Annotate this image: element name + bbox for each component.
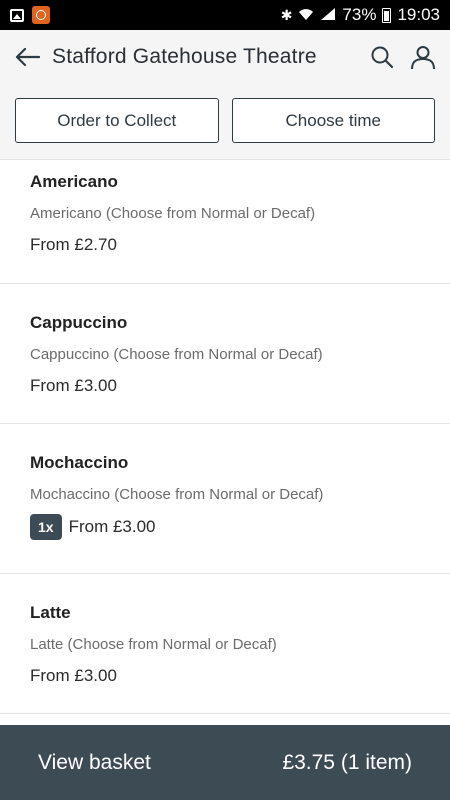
- item-description: Mochaccino (Choose from Normal or Decaf): [30, 486, 324, 503]
- menu-item-americano[interactable]: Americano Americano (Choose from Normal …: [0, 160, 450, 284]
- menu-item-mochaccino[interactable]: Mochaccino Mochaccino (Choose from Norma…: [0, 424, 450, 574]
- app-notification-icon: [32, 6, 50, 24]
- clock: 19:03: [397, 5, 440, 24]
- bluetooth-icon: ✱: [280, 6, 293, 23]
- menu-list: Americano Americano (Choose from Normal …: [0, 160, 450, 725]
- search-icon[interactable]: [370, 45, 394, 69]
- basket-total: £3.75 (1 item): [282, 750, 412, 774]
- item-price: From £2.70: [30, 235, 117, 254]
- battery-icon: [382, 7, 392, 23]
- item-name: Mochaccino: [30, 453, 129, 472]
- choose-time-button[interactable]: Choose time: [231, 98, 435, 143]
- title-bar: Stafford Gatehouse Theatre: [0, 30, 450, 84]
- item-price: From £3.00: [30, 376, 117, 395]
- menu-item-cappuccino[interactable]: Cappuccino Cappuccino (Choose from Norma…: [0, 284, 450, 424]
- item-name: Americano: [30, 172, 118, 191]
- page-title: Stafford Gatehouse Theatre: [52, 45, 317, 68]
- signal-icon: [320, 7, 336, 24]
- item-description: Cappuccino (Choose from Normal or Decaf): [30, 346, 323, 363]
- item-name: Cappuccino: [30, 313, 128, 332]
- item-name: Latte: [30, 603, 71, 622]
- back-arrow-icon[interactable]: [14, 43, 42, 71]
- wifi-icon: [298, 7, 314, 24]
- status-bar: ✱ 73% 19:03: [0, 0, 450, 30]
- order-to-collect-button[interactable]: Order to Collect: [15, 98, 219, 143]
- app-header: Stafford Gatehouse Theatre Order to Coll…: [0, 30, 450, 160]
- menu-item-latte[interactable]: Latte Latte (Choose from Normal or Decaf…: [0, 574, 450, 714]
- battery-percent: 73%: [342, 5, 377, 24]
- account-icon[interactable]: [410, 44, 436, 70]
- item-price: From £3.00: [30, 666, 117, 685]
- item-description: Americano (Choose from Normal or Decaf): [30, 205, 316, 222]
- view-basket-bar[interactable]: View basket £3.75 (1 item): [0, 725, 450, 800]
- quantity-badge: 1x: [30, 514, 62, 540]
- gallery-notification-icon: [10, 8, 24, 22]
- item-description: Latte (Choose from Normal or Decaf): [30, 636, 277, 653]
- view-basket-label: View basket: [38, 750, 151, 774]
- item-price: From £3.00: [68, 517, 156, 536]
